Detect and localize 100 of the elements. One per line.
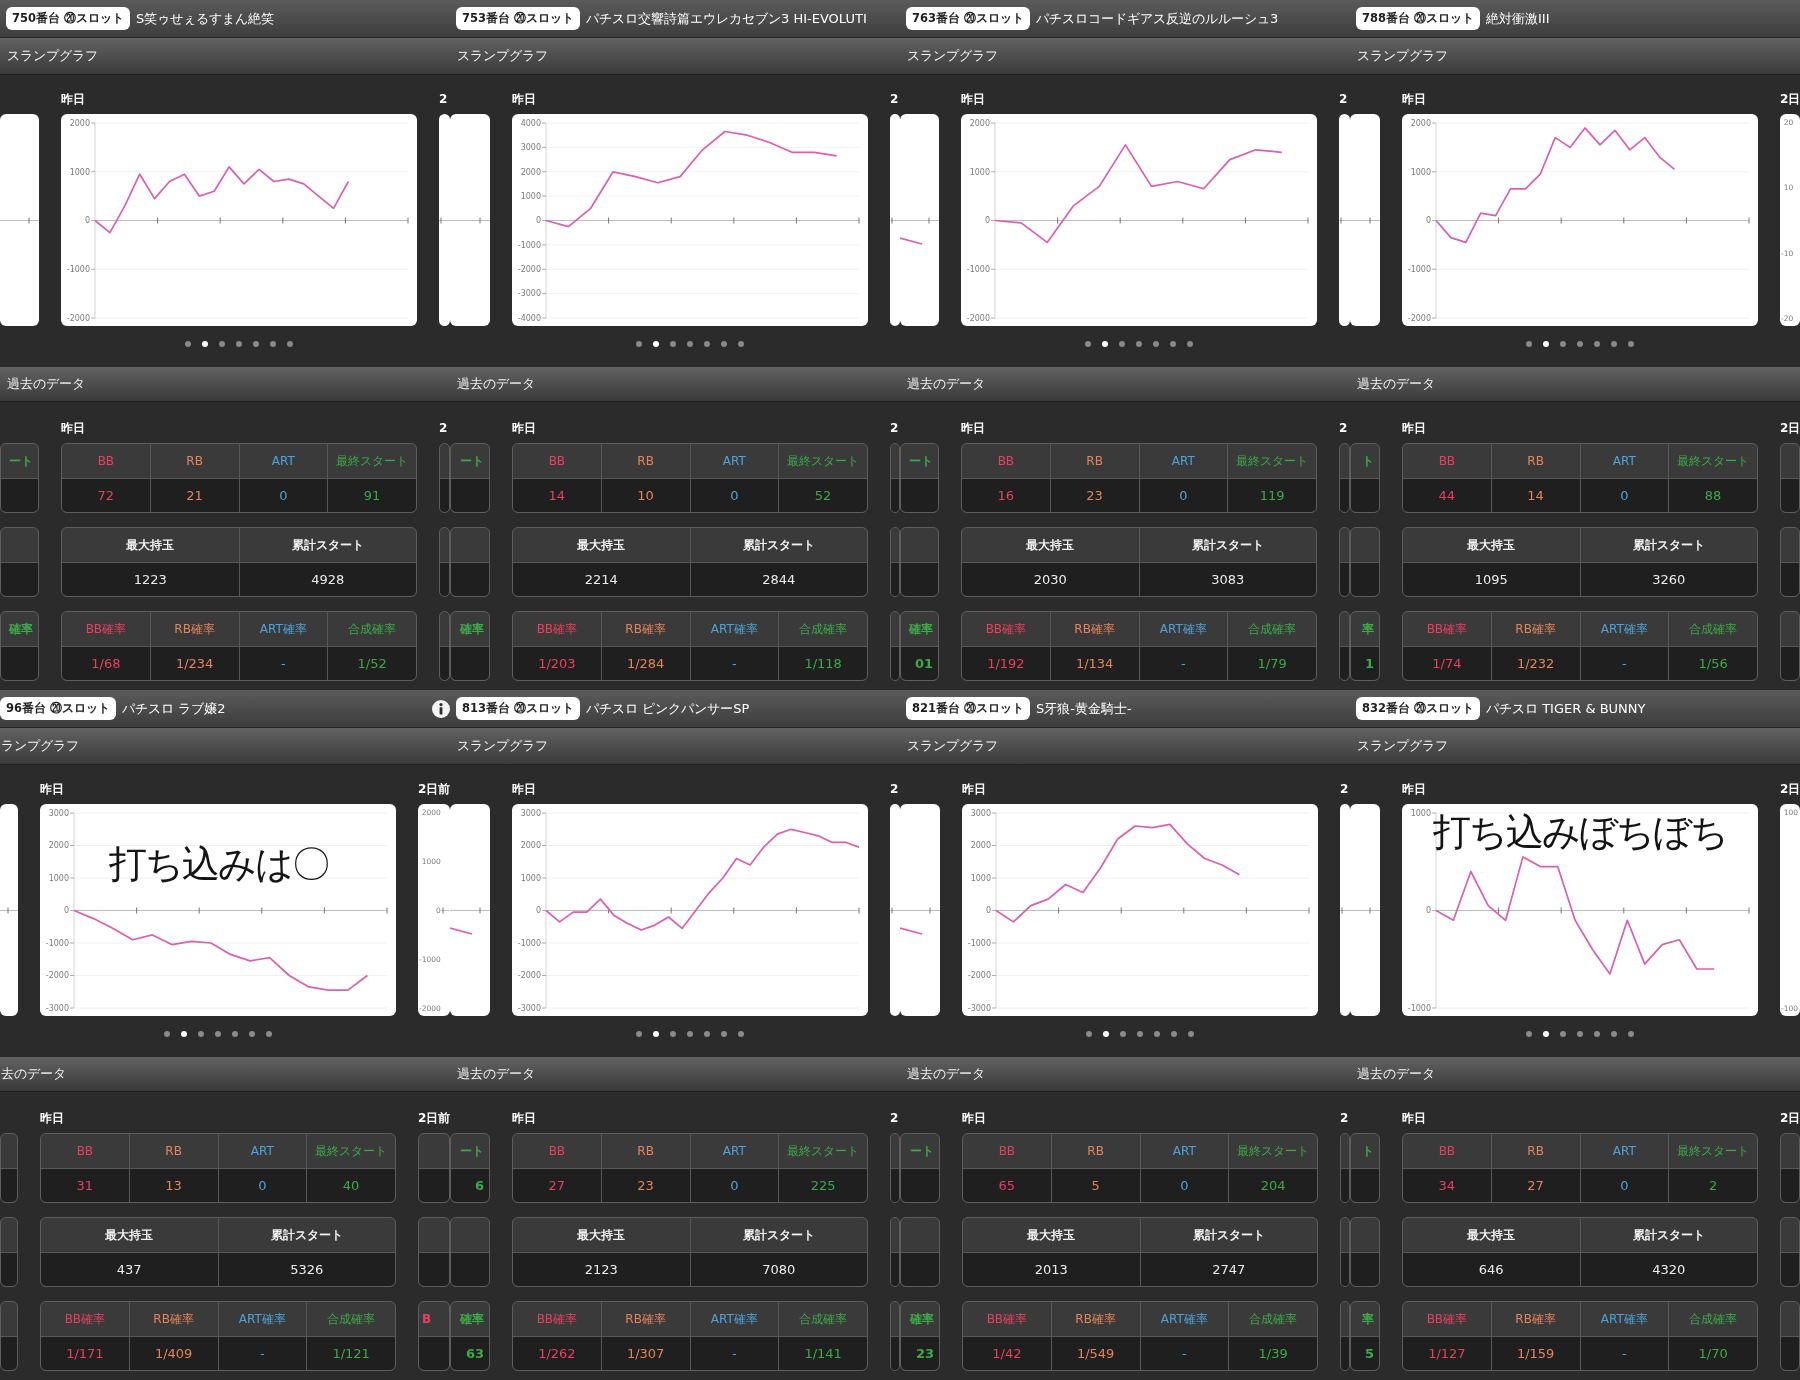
page-dot[interactable] (653, 1031, 659, 1037)
table-cell: 0 (239, 479, 328, 512)
page-dot[interactable] (1611, 341, 1617, 347)
axis-tick-label: 4000 (520, 118, 541, 128)
page-dot[interactable] (1120, 1031, 1126, 1037)
day-label: 昨日 (512, 91, 536, 107)
page-dot[interactable] (653, 341, 659, 347)
page-dot[interactable] (1137, 1031, 1143, 1037)
page-dot[interactable] (1154, 1031, 1160, 1037)
column-header (440, 612, 449, 646)
page-dot[interactable] (198, 1031, 204, 1037)
page-dot[interactable] (266, 1031, 272, 1037)
page-dot[interactable] (1170, 341, 1176, 347)
page-dot[interactable] (721, 341, 727, 347)
table-cell: 1/134 (1050, 647, 1139, 680)
page-dot[interactable] (1560, 341, 1566, 347)
page-dot[interactable] (1153, 341, 1159, 347)
page-dot[interactable] (704, 1031, 710, 1037)
page-dot[interactable] (1611, 1031, 1617, 1037)
page-dot[interactable] (1136, 341, 1142, 347)
day-label: 2 (890, 781, 899, 797)
page-dot[interactable] (1085, 341, 1091, 347)
table-cell: 1/262 (513, 1337, 601, 1370)
table-cell: 1 (1351, 647, 1379, 680)
column-header: 最大持玉 (1403, 1218, 1580, 1252)
page-dot[interactable] (1102, 341, 1108, 347)
section-title: スランプグラフ (1357, 47, 1448, 65)
page-dot[interactable] (1543, 341, 1549, 347)
page-dot[interactable] (687, 341, 693, 347)
column-header: ート (901, 1134, 939, 1168)
page-dot[interactable] (1577, 1031, 1583, 1037)
page-dot[interactable] (164, 1031, 170, 1037)
day-label: 昨日 (61, 420, 85, 436)
page-dot[interactable] (1628, 341, 1634, 347)
page-dot[interactable] (1628, 1031, 1634, 1037)
column-header: ART確率 (1580, 612, 1669, 646)
page-dot[interactable] (1560, 1031, 1566, 1037)
page-dot[interactable] (1171, 1031, 1177, 1037)
table-cell: 2 (1669, 1169, 1757, 1202)
page-dot[interactable] (636, 1031, 642, 1037)
column-header: ART (1139, 444, 1228, 478)
table-cell: - (239, 647, 328, 680)
page-dot[interactable] (687, 1031, 693, 1037)
day-label: 2 (439, 420, 448, 436)
section-title: 過去のデータ (907, 375, 985, 393)
column-header: 最終スタート (779, 1134, 867, 1168)
table-cell: 14 (513, 479, 601, 512)
page-dot[interactable] (1594, 1031, 1600, 1037)
page-dot[interactable] (236, 341, 242, 347)
column-header (1, 1218, 17, 1252)
page-dot[interactable] (232, 1031, 238, 1037)
page-dot[interactable] (249, 1031, 255, 1037)
page-dot[interactable] (636, 341, 642, 347)
page-dot[interactable] (670, 341, 676, 347)
page-dot[interactable] (670, 1031, 676, 1037)
page-dot[interactable] (1543, 1031, 1549, 1037)
table-cell: 27 (513, 1169, 601, 1202)
info-icon[interactable] (432, 699, 450, 718)
column-header (891, 1134, 899, 1168)
page-dot[interactable] (1526, 1031, 1532, 1037)
table-cell: 40 (307, 1169, 395, 1202)
day-label: 2日 (1780, 91, 1800, 107)
page-dot[interactable] (738, 1031, 744, 1037)
column-header: BB (1403, 444, 1491, 478)
table-cell: 10 (601, 479, 690, 512)
axis-tick-label: 1000 (520, 873, 541, 883)
page-dot[interactable] (1526, 341, 1532, 347)
page-dot[interactable] (219, 341, 225, 347)
column-header (1340, 612, 1349, 646)
page-dot[interactable] (1187, 341, 1193, 347)
column-header (440, 528, 449, 562)
page-dot[interactable] (1188, 1031, 1194, 1037)
column-header: RB (1491, 444, 1580, 478)
table-cell: - (218, 1337, 307, 1370)
page-dot[interactable] (1103, 1031, 1109, 1037)
column-header: BB確率 (513, 1302, 601, 1336)
column-header (1781, 444, 1799, 478)
page-dot[interactable] (181, 1031, 187, 1037)
page-dot[interactable] (1086, 1031, 1092, 1037)
page-dot[interactable] (270, 341, 276, 347)
column-header: RB (1491, 1134, 1580, 1168)
page-dot[interactable] (202, 341, 208, 347)
page-dot[interactable] (1577, 341, 1583, 347)
axis-tick-label: 3000 (520, 143, 541, 153)
page-dot[interactable] (721, 1031, 727, 1037)
page-dot[interactable] (287, 341, 293, 347)
page-dot[interactable] (1594, 341, 1600, 347)
page-dot[interactable] (215, 1031, 221, 1037)
column-header: 最大持玉 (963, 1218, 1140, 1252)
table-cell: 1/74 (1403, 647, 1491, 680)
axis-tick-label: -3000 (517, 1003, 541, 1013)
column-header: BB確率 (62, 612, 150, 646)
page-dot[interactable] (738, 341, 744, 347)
column-header: 最終スタート (779, 444, 867, 478)
page-dot[interactable] (253, 341, 259, 347)
page-dot[interactable] (1119, 341, 1125, 347)
table-cell: 7080 (690, 1253, 867, 1286)
page-dot[interactable] (704, 341, 710, 347)
column-header: RB (150, 444, 239, 478)
page-dot[interactable] (185, 341, 191, 347)
